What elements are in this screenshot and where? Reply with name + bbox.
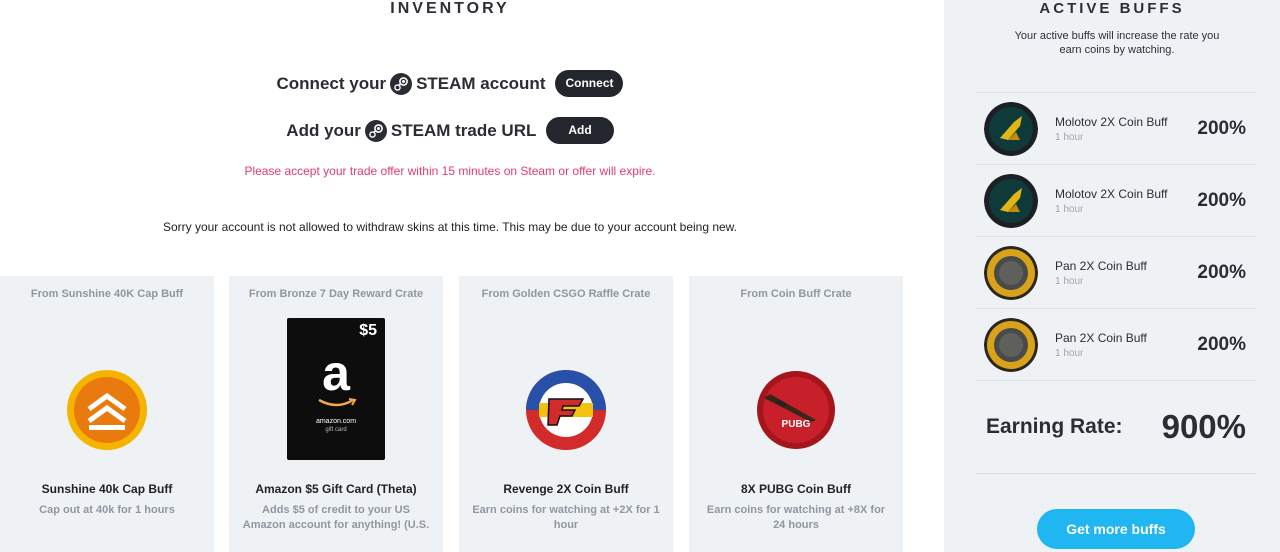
pan-icon: [984, 317, 1038, 372]
buff-name: Pan 2X Coin Buff: [1055, 330, 1147, 345]
connect-steam-row: Connect your STEAM account Connect: [0, 70, 900, 97]
gift-card-amount: $5: [359, 322, 377, 339]
card-source: From Coin Buff Crate: [740, 288, 852, 300]
active-buffs-title: ACTIVE BUFFS: [1039, 0, 1185, 17]
buff-name: Molotov 2X Coin Buff: [1055, 186, 1168, 201]
trade-warning: Please accept your trade offer within 15…: [244, 164, 656, 178]
add-trade-url-button[interactable]: Add: [546, 117, 614, 144]
card-source: From Bronze 7 Day Reward Crate: [248, 288, 424, 300]
inventory-card-sunshine[interactable]: From Sunshine 40K Cap Buff Sunshine 40k …: [0, 276, 214, 552]
inventory-card-pubg[interactable]: From Coin Buff Crate PUBG 8X PUBG Coin B…: [689, 276, 903, 552]
get-more-buffs-button[interactable]: Get more buffs: [1037, 509, 1195, 549]
buff-percent: 200%: [1197, 261, 1246, 283]
card-source: From Golden CSGO Raffle Crate: [481, 288, 651, 300]
pubg-badge-text: PUBG: [781, 419, 811, 430]
buff-row: Molotov 2X Coin Buff 1 hour 200%: [976, 92, 1256, 164]
card-description: Earn coins for watching at +2X for 1 hou…: [472, 504, 660, 531]
inventory-title: INVENTORY: [390, 0, 510, 17]
gift-card-brand: amazon.com: [315, 418, 357, 425]
amazon-logo-icon: a: [322, 345, 350, 401]
card-description: Adds $5 of credit to your US Amazon acco…: [242, 504, 430, 531]
buff-row: Pan 2X Coin Buff 1 hour 200%: [976, 308, 1256, 380]
buff-percent: 200%: [1197, 189, 1246, 211]
steam-icon: [390, 72, 413, 95]
buff-row: Pan 2X Coin Buff 1 hour 200%: [976, 236, 1256, 308]
connect-button[interactable]: Connect: [555, 70, 624, 97]
inventory-panel: INVENTORY Connect your STEAM account Con…: [0, 0, 944, 552]
earning-rate-label: Earning Rate:: [986, 415, 1123, 438]
active-buffs-sidebar: ACTIVE BUFFS Your active buffs will incr…: [944, 0, 1280, 552]
trade-url-row: Add your STEAM trade URL Add: [0, 117, 900, 144]
sunshine-buff-icon: [0, 318, 214, 502]
inventory-card-amazon[interactable]: From Bronze 7 Day Reward Crate $5 a amaz…: [229, 276, 443, 552]
steam-icon: [364, 119, 387, 142]
earning-rate: Earning Rate: 900%: [976, 380, 1256, 474]
buff-row: Molotov 2X Coin Buff 1 hour 200%: [976, 164, 1256, 236]
withdraw-notice: Sorry your account is not allowed to wit…: [162, 220, 738, 234]
card-name: Sunshine 40k Cap Buff: [41, 482, 173, 496]
inventory-card-revenge[interactable]: From Golden CSGO Raffle Crate Revenge 2X…: [459, 276, 673, 552]
gift-card-sub: gift card: [325, 427, 347, 433]
earning-rate-value: 900%: [1161, 408, 1246, 445]
connect-suffix: STEAM account: [416, 73, 546, 93]
buff-duration: 1 hour: [1055, 203, 1084, 215]
amazon-gift-card: $5 a amazon.com gift card: [229, 318, 443, 460]
active-buffs-subtitle: Your active buffs will increase the rate…: [1014, 30, 1220, 56]
trade-suffix: STEAM trade URL: [390, 120, 537, 140]
card-description: Earn coins for watching at +8X for 24 ho…: [706, 504, 886, 531]
buff-duration: 1 hour: [1055, 275, 1084, 287]
molotov-icon: [984, 101, 1038, 156]
card-name: Revenge 2X Coin Buff: [503, 482, 629, 496]
card-source: From Sunshine 40K Cap Buff: [30, 288, 184, 300]
card-description: Cap out at 40k for 1 hours: [39, 504, 175, 516]
amazon-smile-icon: [318, 398, 357, 407]
buff-name: Molotov 2X Coin Buff: [1055, 114, 1168, 129]
card-name: Amazon $5 Gift Card (Theta): [255, 482, 417, 496]
molotov-icon: [984, 173, 1038, 228]
connect-prefix: Connect your: [276, 73, 387, 93]
card-name: 8X PUBG Coin Buff: [741, 482, 851, 496]
buff-name: Pan 2X Coin Buff: [1055, 258, 1147, 273]
trade-prefix: Add your: [286, 120, 361, 140]
faze-revenge-icon: [459, 318, 673, 502]
pan-icon: [984, 245, 1038, 300]
buff-percent: 200%: [1197, 117, 1246, 139]
buff-duration: 1 hour: [1055, 131, 1084, 143]
buff-percent: 200%: [1197, 333, 1246, 355]
pubg-icon: PUBG: [689, 318, 903, 502]
buff-duration: 1 hour: [1055, 347, 1084, 359]
